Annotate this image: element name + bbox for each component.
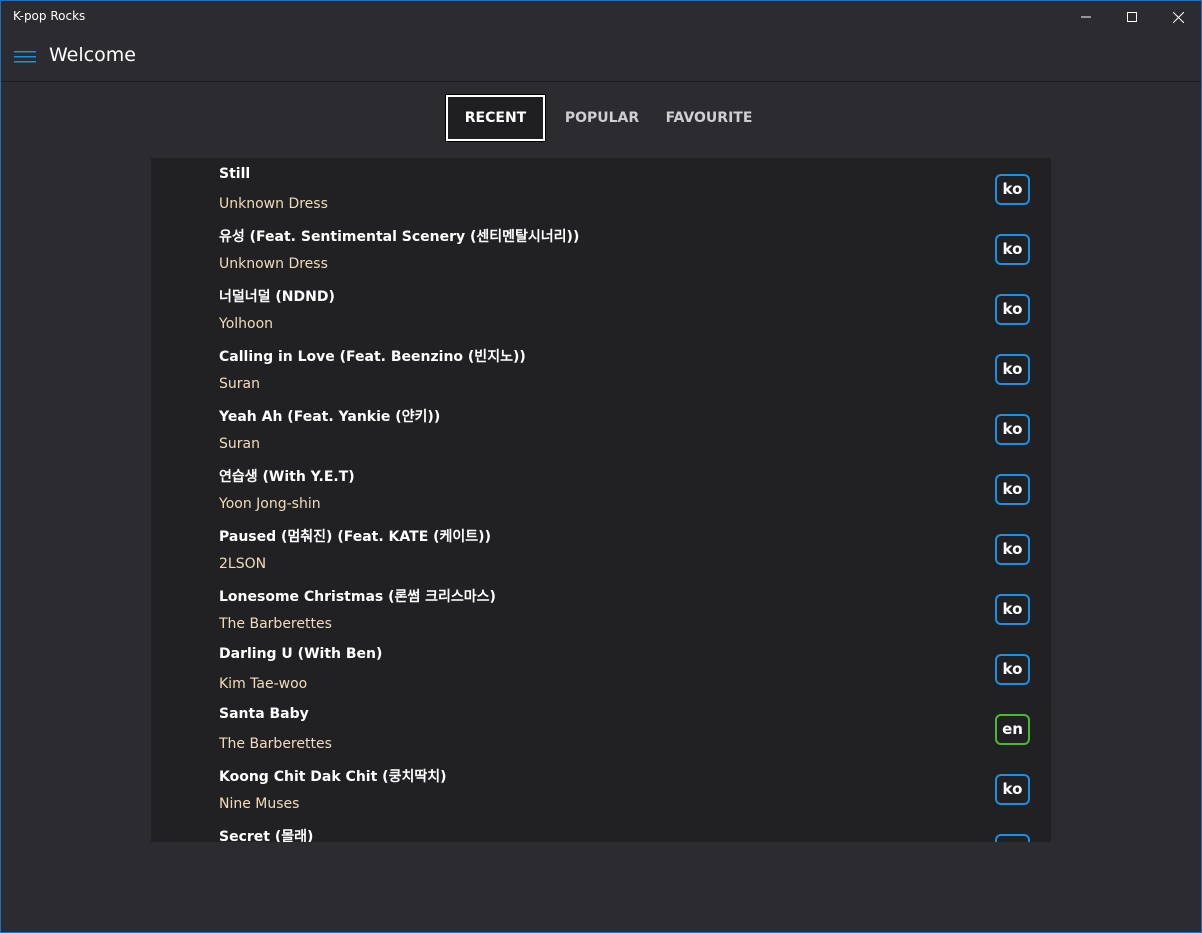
song-list[interactable]: Still Unknown Dress ko 유성 (Feat. Sentime…: [151, 158, 1051, 842]
song-artist: 2LSON: [219, 556, 267, 572]
song-row[interactable]: Darling U (With Ben) Kim Tae-woo ko: [151, 638, 1051, 698]
song-artist: Nine Muses: [219, 796, 300, 812]
song-row[interactable]: Yeah Ah (Feat. Yankie (얀키)) Suran ko: [151, 398, 1051, 458]
minimize-icon: [1081, 16, 1091, 18]
app-title: K-pop Rocks: [13, 9, 86, 23]
song-title: Secret (몰래): [219, 829, 314, 842]
song-row[interactable]: 연습생 (With Y.E.T) Yoon Jong-shin ko: [151, 458, 1051, 518]
song-title: Santa Baby: [219, 706, 309, 722]
tab-popular[interactable]: POPULAR: [557, 95, 647, 141]
song-title: 유성 (Feat. Sentimental Scenery (센티멘탈시너리)): [219, 229, 580, 245]
app-window: K-pop Rocks Welcome RECENT POPULAR FAVOU…: [0, 0, 1202, 933]
tab-bar: RECENT POPULAR FAVOURITE: [1, 94, 1201, 142]
language-badge: ko: [995, 234, 1030, 265]
maximize-button[interactable]: [1109, 1, 1155, 33]
tab-recent[interactable]: RECENT: [445, 94, 546, 142]
hamburger-menu-button[interactable]: [13, 45, 37, 69]
close-icon: [1172, 11, 1184, 23]
minimize-button[interactable]: [1063, 1, 1109, 33]
maximize-icon: [1127, 12, 1137, 22]
language-badge: [995, 834, 1030, 842]
song-row[interactable]: 유성 (Feat. Sentimental Scenery (센티멘탈시너리))…: [151, 218, 1051, 278]
song-title: Paused (멈춰진) (Feat. KATE (케이트)): [219, 529, 491, 545]
app-header: Welcome: [1, 33, 1201, 82]
song-row[interactable]: Secret (몰래): [151, 818, 1051, 842]
language-badge: ko: [995, 774, 1030, 805]
language-badge: ko: [995, 534, 1030, 565]
song-title: Lonesome Christmas (론썸 크리스마스): [219, 589, 496, 605]
song-title: Still: [219, 166, 251, 182]
song-row[interactable]: Still Unknown Dress ko: [151, 158, 1051, 218]
song-artist: Kim Tae-woo: [219, 676, 308, 692]
song-artist: Unknown Dress: [219, 256, 328, 272]
language-badge: ko: [995, 474, 1030, 505]
language-badge: ko: [995, 354, 1030, 385]
page-title: Welcome: [49, 44, 136, 66]
song-title: 연습생 (With Y.E.T): [219, 469, 355, 485]
song-row[interactable]: Koong Chit Dak Chit (쿵치딱치) Nine Muses ko: [151, 758, 1051, 818]
song-artist: Yoon Jong-shin: [219, 496, 321, 512]
song-row[interactable]: Paused (멈춰진) (Feat. KATE (케이트)) 2LSON ko: [151, 518, 1051, 578]
song-artist: The Barberettes: [219, 736, 332, 752]
language-badge: en: [995, 714, 1030, 745]
language-badge: ko: [995, 654, 1030, 685]
hamburger-icon: [14, 51, 36, 63]
song-artist: Yolhoon: [219, 316, 274, 332]
language-badge: ko: [995, 414, 1030, 445]
language-badge: ko: [995, 594, 1030, 625]
title-bar[interactable]: K-pop Rocks: [1, 1, 1201, 33]
song-title: Darling U (With Ben): [219, 646, 383, 662]
song-artist: The Barberettes: [219, 616, 332, 632]
song-artist: Suran: [219, 376, 260, 392]
song-row[interactable]: Lonesome Christmas (론썸 크리스마스) The Barber…: [151, 578, 1051, 638]
song-title: 너덜너덜 (NDND): [219, 289, 335, 305]
close-button[interactable]: [1155, 1, 1201, 33]
language-badge: ko: [995, 294, 1030, 325]
song-artist: Suran: [219, 436, 260, 452]
song-row[interactable]: Santa Baby The Barberettes en: [151, 698, 1051, 758]
song-title: Calling in Love (Feat. Beenzino (빈지노)): [219, 349, 526, 365]
tab-favourite[interactable]: FAVOURITE: [657, 95, 761, 141]
song-row[interactable]: 너덜너덜 (NDND) Yolhoon ko: [151, 278, 1051, 338]
song-title: Yeah Ah (Feat. Yankie (얀키)): [219, 409, 441, 425]
song-artist: Unknown Dress: [219, 196, 328, 212]
song-title: Koong Chit Dak Chit (쿵치딱치): [219, 769, 447, 785]
language-badge: ko: [995, 174, 1030, 205]
song-row[interactable]: Calling in Love (Feat. Beenzino (빈지노)) S…: [151, 338, 1051, 398]
